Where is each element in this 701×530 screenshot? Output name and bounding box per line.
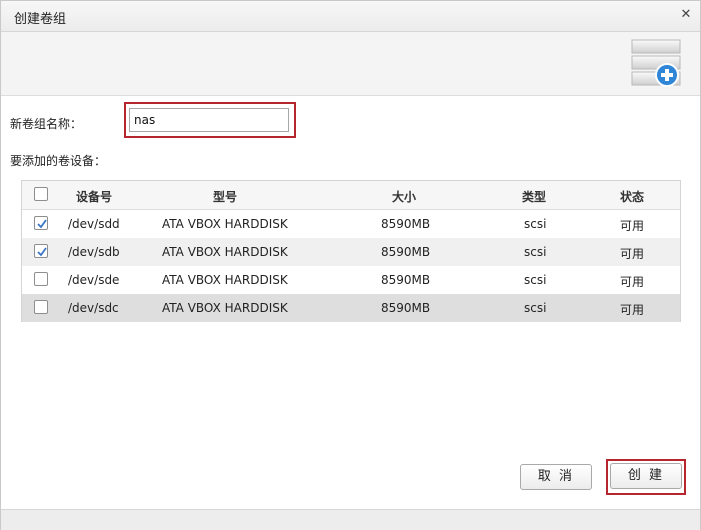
size-cell: 8590MB xyxy=(381,217,431,231)
create-volume-group-dialog: 创建卷组 ✕ 新卷组名称： 要添加的卷设备： 设备号 型号 大小 xyxy=(0,0,701,530)
device-cell: /dev/sdb xyxy=(68,245,120,259)
type-cell: scsi xyxy=(524,245,547,259)
size-cell: 8590MB xyxy=(381,301,431,315)
cancel-button[interactable]: 取 消 xyxy=(520,464,592,490)
dialog-titlebar: 创建卷组 ✕ xyxy=(1,1,700,32)
type-cell: scsi xyxy=(524,301,547,315)
dialog-footer xyxy=(1,509,700,530)
row-checkbox[interactable] xyxy=(34,244,48,258)
model-cell: ATA VBOX HARDDISK xyxy=(162,217,288,231)
checkmark-icon xyxy=(37,219,47,229)
table-header: 设备号 型号 大小 类型 状态 xyxy=(22,181,680,210)
row-checkbox[interactable] xyxy=(34,216,48,230)
row-checkbox[interactable] xyxy=(34,300,48,314)
volume-group-name-input[interactable] xyxy=(129,108,289,132)
size-cell: 8590MB xyxy=(381,273,431,287)
create-button[interactable]: 创 建 xyxy=(610,463,682,489)
model-cell: ATA VBOX HARDDISK xyxy=(162,301,288,315)
dialog-banner xyxy=(1,32,700,96)
device-table: 设备号 型号 大小 类型 状态 /dev/sdd ATA VBOX HARDDI… xyxy=(21,180,681,322)
column-header-model[interactable]: 型号 xyxy=(213,188,237,205)
column-header-type[interactable]: 类型 xyxy=(522,188,546,205)
device-cell: /dev/sdd xyxy=(68,217,120,231)
table-row[interactable]: /dev/sdc ATA VBOX HARDDISK 8590MB scsi 可… xyxy=(22,294,680,322)
size-cell: 8590MB xyxy=(381,245,431,259)
table-row[interactable]: /dev/sdb ATA VBOX HARDDISK 8590MB scsi 可… xyxy=(22,238,680,266)
dialog-title: 创建卷组 xyxy=(14,12,67,27)
devices-to-add-label: 要添加的卷设备： xyxy=(10,154,107,168)
close-icon[interactable]: ✕ xyxy=(678,7,694,23)
model-cell: ATA VBOX HARDDISK xyxy=(162,245,288,259)
type-cell: scsi xyxy=(524,273,547,287)
row-checkbox[interactable] xyxy=(34,272,48,286)
table-row[interactable]: /dev/sde ATA VBOX HARDDISK 8590MB scsi 可… xyxy=(22,266,680,294)
status-cell: 可用 xyxy=(620,303,645,317)
model-cell: ATA VBOX HARDDISK xyxy=(162,273,288,287)
device-cell: /dev/sdc xyxy=(68,301,119,315)
checkmark-icon xyxy=(37,247,47,257)
column-header-status[interactable]: 状态 xyxy=(620,188,644,205)
type-cell: scsi xyxy=(524,217,547,231)
volume-add-icon xyxy=(631,39,681,87)
select-all-checkbox[interactable] xyxy=(34,187,48,201)
status-cell: 可用 xyxy=(620,247,645,261)
column-header-device[interactable]: 设备号 xyxy=(76,188,112,205)
volume-group-name-label: 新卷组名称： xyxy=(10,117,83,131)
table-row[interactable]: /dev/sdd ATA VBOX HARDDISK 8590MB scsi 可… xyxy=(22,210,680,238)
status-cell: 可用 xyxy=(620,219,645,233)
device-cell: /dev/sde xyxy=(68,273,120,287)
column-header-size[interactable]: 大小 xyxy=(392,188,416,205)
status-cell: 可用 xyxy=(620,275,645,289)
